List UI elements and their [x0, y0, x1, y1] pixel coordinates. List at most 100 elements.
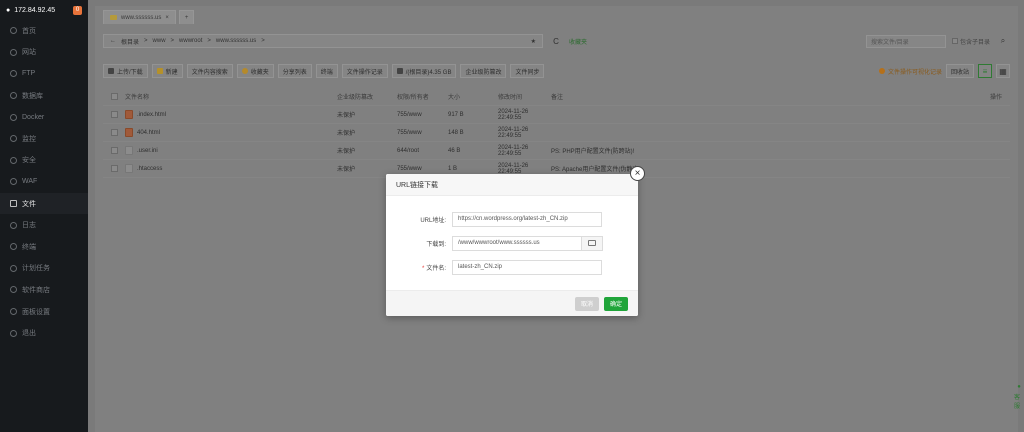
- clock-icon: [10, 264, 17, 272]
- grid-view-icon[interactable]: ▦: [996, 64, 1010, 78]
- chevron-right-icon: >: [170, 38, 175, 44]
- table-row[interactable]: .index.html 未保护 755/www 917 B 2024-11-26…: [103, 106, 1010, 124]
- col-size[interactable]: 大小: [448, 92, 498, 101]
- list-view-icon[interactable]: ≡: [978, 64, 992, 78]
- table-header: 文件名称 企业级防篡改 权限/所有者 大小 修改时间 备注 操作: [103, 88, 1010, 106]
- sidebar-item-monitor[interactable]: 监控: [0, 128, 88, 150]
- col-perm[interactable]: 权限/所有者: [397, 92, 448, 101]
- database-icon: [10, 92, 17, 100]
- docker-icon: [10, 113, 17, 121]
- enterprise-protect-button[interactable]: 企业级防篡改: [460, 64, 507, 78]
- filename-row: * 文件名: latest-zh_CN.zip: [386, 259, 638, 275]
- close-icon[interactable]: ×: [630, 166, 645, 181]
- sidebar-item-cron[interactable]: 计划任务: [0, 258, 88, 280]
- log-icon: [10, 221, 17, 229]
- sidebar-item-ftp[interactable]: FTP: [0, 63, 88, 85]
- sidebar-item-store[interactable]: 软件商店: [0, 279, 88, 301]
- filename-input[interactable]: latest-zh_CN.zip: [452, 259, 602, 275]
- notification-badge[interactable]: 0: [73, 5, 82, 15]
- dest-label: 下载到:: [426, 241, 446, 248]
- close-icon[interactable]: ×: [165, 15, 169, 21]
- dest-row: 下载到: /www/wwwroot/www.ssssss.us: [386, 235, 638, 251]
- tab-current-directory[interactable]: www.ssssss.us ×: [103, 10, 176, 24]
- recycle-bin-button[interactable]: 回收站: [945, 64, 974, 78]
- browse-folder-button[interactable]: [582, 235, 603, 251]
- breadcrumb-www[interactable]: www: [153, 38, 166, 44]
- sidebar-item-terminal[interactable]: 终端: [0, 236, 88, 258]
- home-icon: [10, 27, 17, 35]
- op-log-button[interactable]: 文件操作记录: [341, 64, 388, 78]
- dest-input[interactable]: /www/wwwroot/www.ssssss.us: [452, 235, 582, 251]
- chevron-right-icon: >: [144, 38, 148, 44]
- visual-log-link[interactable]: 文件操作可视化记录: [878, 67, 942, 76]
- chevron-right-icon: >: [261, 38, 265, 44]
- server-ip: 172.84.92.45: [14, 6, 56, 14]
- disk-button[interactable]: /(根目录)4.35 GB: [391, 64, 457, 78]
- filename-label: * 文件名:: [421, 265, 446, 272]
- row-checkbox[interactable]: [110, 111, 118, 118]
- terminal-button[interactable]: 终端: [315, 64, 338, 78]
- include-subdir-checkbox[interactable]: 包含子目录: [951, 37, 990, 46]
- sidebar-item-database[interactable]: 数据库: [0, 85, 88, 107]
- sidebar-item-logs[interactable]: 日志: [0, 214, 88, 236]
- search-input[interactable]: 搜索文件/目录: [865, 34, 946, 48]
- col-actions: 操作: [990, 95, 1003, 101]
- row-checkbox[interactable]: [110, 165, 118, 172]
- store-icon: [10, 286, 17, 294]
- select-all-checkbox[interactable]: [110, 93, 118, 100]
- disk-icon: [396, 68, 403, 74]
- gear-icon: [10, 308, 17, 316]
- shield-icon: [10, 156, 17, 164]
- sidebar-item-waf[interactable]: WAF: [0, 171, 88, 193]
- sidebar-item-logout[interactable]: 退出: [0, 322, 88, 344]
- col-protect: 企业级防篡改: [337, 95, 374, 101]
- sidebar-item-home[interactable]: 首页: [0, 20, 88, 42]
- add-tab-button[interactable]: +: [178, 10, 195, 24]
- folder-icon: [10, 200, 17, 208]
- favorites-link[interactable]: 收藏夹: [569, 37, 587, 46]
- table-row[interactable]: .user.ini 未保护 644/root 46 B 2024-11-26 2…: [103, 142, 1010, 160]
- file-icon: [125, 164, 133, 173]
- server-icon: ●: [6, 6, 11, 14]
- refresh-icon[interactable]: C: [549, 34, 563, 48]
- breadcrumb-site[interactable]: www.ssssss.us: [216, 38, 256, 44]
- sidebar-item-settings[interactable]: 面板设置: [0, 301, 88, 323]
- col-name[interactable]: 文件名称: [125, 92, 337, 101]
- upload-download-button[interactable]: 上传/下载: [103, 64, 148, 78]
- back-icon[interactable]: ←: [110, 38, 116, 44]
- warning-icon: [878, 68, 885, 74]
- sidebar-item-website[interactable]: 网站: [0, 42, 88, 64]
- dialog-footer: 取消 确定: [386, 290, 638, 316]
- col-time[interactable]: 修改时间: [498, 92, 551, 101]
- url-input[interactable]: https://cn.wordpress.org/latest-zh_CN.zi…: [452, 211, 602, 227]
- new-button[interactable]: 新建: [151, 64, 183, 78]
- sidebar-item-security[interactable]: 安全: [0, 150, 88, 172]
- monitor-icon: [10, 135, 17, 143]
- dialog-title: URL链接下载: [386, 174, 638, 196]
- row-checkbox[interactable]: [110, 147, 118, 154]
- breadcrumb[interactable]: ← 根目录 > www > wwwroot > www.ssssss.us > …: [103, 34, 543, 48]
- star-icon[interactable]: ★: [531, 38, 536, 45]
- sidebar-item-files[interactable]: 文件: [0, 192, 88, 215]
- toolbar-right: 文件操作可视化记录 回收站 ≡ ▦: [878, 64, 1010, 78]
- support-float[interactable]: ● 客服: [1014, 384, 1024, 424]
- address-row: ← 根目录 > www > wwwroot > www.ssssss.us > …: [103, 34, 1010, 48]
- breadcrumb-root[interactable]: 根目录: [121, 37, 139, 46]
- search-icon[interactable]: ⌕: [996, 34, 1010, 48]
- row-checkbox[interactable]: [110, 129, 118, 136]
- chat-icon: ●: [1017, 384, 1021, 390]
- favorites-button[interactable]: 收藏夹: [236, 64, 274, 78]
- table-row[interactable]: 404.html 未保护 755/www 148 B 2024-11-26 22…: [103, 124, 1010, 142]
- html-file-icon: [125, 128, 133, 137]
- server-header: ● 172.84.92.45 0: [0, 0, 88, 20]
- terminal-icon: [10, 243, 17, 251]
- confirm-button[interactable]: 确定: [603, 296, 628, 311]
- sidebar-item-docker[interactable]: Docker: [0, 106, 88, 128]
- file-sync-button[interactable]: 文件同步: [510, 64, 545, 78]
- new-folder-icon: [156, 68, 163, 74]
- breadcrumb-wwwroot[interactable]: wwwroot: [179, 38, 202, 44]
- folder-icon: [588, 240, 596, 246]
- content-search-button[interactable]: 文件内容搜索: [186, 64, 233, 78]
- share-list-button[interactable]: 分享列表: [277, 64, 312, 78]
- cancel-button[interactable]: 取消: [574, 296, 599, 311]
